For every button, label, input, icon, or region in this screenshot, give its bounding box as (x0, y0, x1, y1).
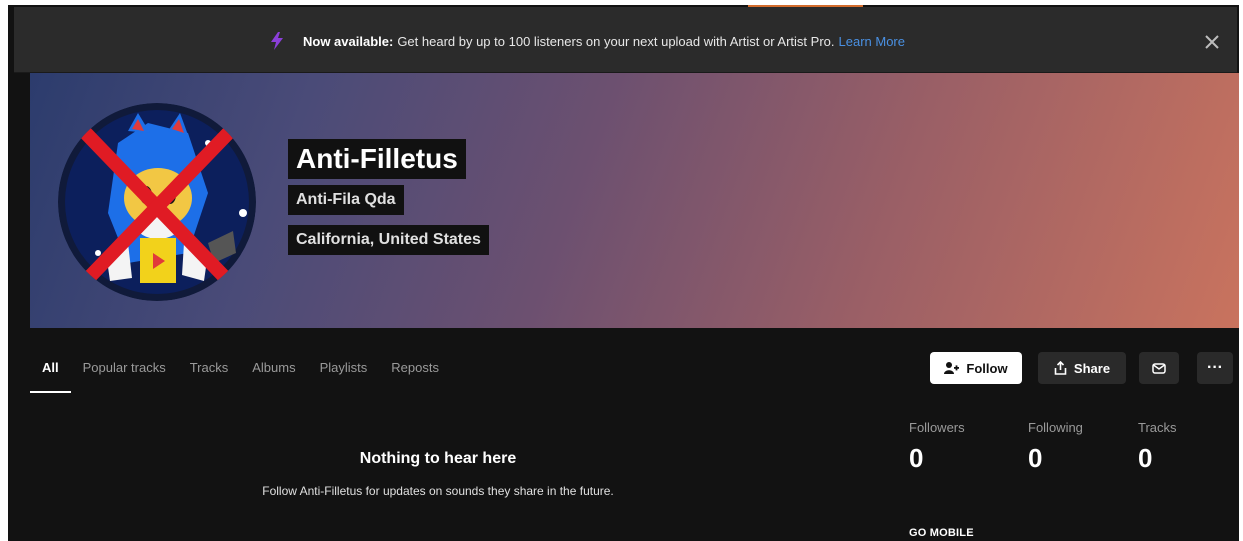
go-mobile-heading: GO MOBILE (909, 527, 974, 539)
tab-popular-tracks[interactable]: Popular tracks (71, 357, 178, 393)
empty-state-title: Nothing to hear here (359, 450, 517, 467)
more-icon: ··· (1207, 359, 1223, 376)
tab-all[interactable]: All (30, 357, 71, 393)
profile-name: Anti-Filletus (288, 139, 466, 179)
share-icon (1054, 361, 1067, 375)
tracks-count[interactable]: 0 (1138, 443, 1152, 474)
add-user-icon (944, 362, 960, 374)
avatar[interactable] (58, 103, 256, 301)
profile-header: Anti-Filletus Anti-Fila Qda California, … (30, 73, 1239, 328)
close-icon[interactable] (1204, 34, 1220, 50)
banner-strong-text: Now available: (303, 33, 394, 49)
profile-subtitle: Anti-Fila Qda (288, 185, 404, 215)
tab-reposts[interactable]: Reposts (379, 357, 451, 393)
following-label[interactable]: Following (1028, 420, 1083, 435)
tab-tracks[interactable]: Tracks (178, 357, 241, 393)
follow-button[interactable]: Follow (930, 352, 1022, 384)
profile-tabs: All Popular tracks Tracks Albums Playlis… (30, 357, 451, 393)
app-frame: Now available: Get heard by up to 100 li… (8, 5, 1239, 541)
profile-location: California, United States (288, 225, 489, 255)
tab-playlists[interactable]: Playlists (308, 357, 380, 393)
mail-icon (1152, 362, 1166, 374)
learn-more-link[interactable]: Learn More (839, 34, 905, 49)
followers-count[interactable]: 0 (909, 443, 923, 474)
follow-label: Follow (966, 360, 1008, 376)
banner-text: Get heard by up to 100 listeners on your… (397, 33, 835, 49)
followers-label[interactable]: Followers (909, 420, 965, 435)
message-button[interactable] (1139, 352, 1179, 384)
empty-state-text: Follow Anti-Filletus for updates on soun… (262, 484, 614, 498)
more-options-button[interactable]: ··· (1197, 352, 1233, 384)
following-count[interactable]: 0 (1028, 443, 1042, 474)
bolt-icon (269, 32, 285, 50)
tracks-label[interactable]: Tracks (1138, 420, 1177, 435)
announcement-banner: Now available: Get heard by up to 100 li… (14, 7, 1237, 73)
share-button[interactable]: Share (1038, 352, 1126, 384)
tab-albums[interactable]: Albums (240, 357, 307, 393)
banner-message: Now available: Get heard by up to 100 li… (269, 32, 905, 50)
share-label: Share (1073, 360, 1111, 376)
